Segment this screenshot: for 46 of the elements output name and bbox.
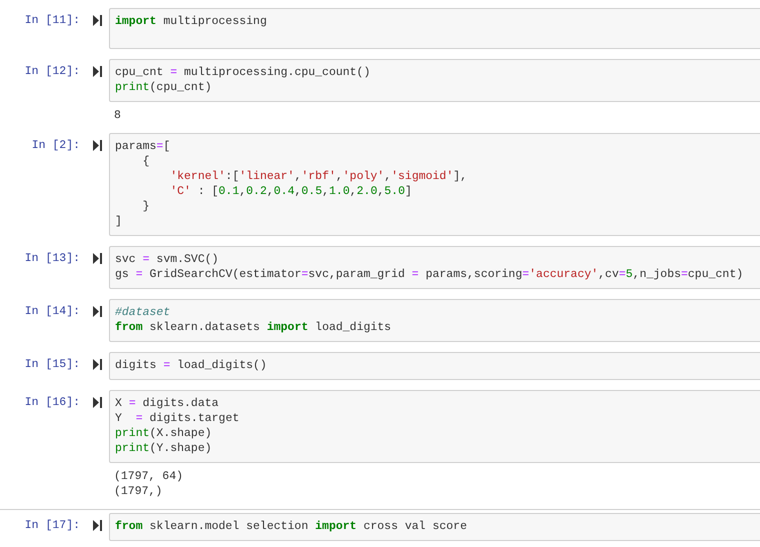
code-line: print(cpu_cnt) bbox=[115, 80, 213, 95]
run-cell-icon[interactable] bbox=[93, 15, 102, 26]
code-line: svc = svm.SVC() bbox=[115, 252, 220, 267]
code-line: 'kernel':['linear','rbf','poly','sigmoid'], bbox=[169, 169, 468, 184]
code-line: print(X.shape) bbox=[115, 426, 213, 441]
output-line: 8 bbox=[114, 108, 122, 123]
input-prompt: In [14]: bbox=[24, 304, 80, 319]
code-cell[interactable]: svc = svm.SVC() gs = GridSearchCV(estimator=svc,param_grid = params,scoring='accuracy',cv=5,n_jobs=cpu_cnt) bbox=[109, 246, 760, 289]
input-prompt: In [15]: bbox=[24, 357, 80, 372]
code-line: params=[ bbox=[115, 139, 172, 154]
input-prompt: In [17]: bbox=[24, 518, 80, 533]
code-cell[interactable]: #dataset from sklearn.datasets import load_digits bbox=[109, 299, 760, 342]
code-line: Y = digits.target bbox=[115, 411, 240, 426]
code-cell[interactable]: X = digits.data Y = digits.target print(X.shape) print(Y.shape) bbox=[109, 390, 760, 463]
code-line: cpu_cnt = multiprocessing.cpu_count() bbox=[115, 65, 372, 80]
code-line: from sklearn.model selection import cross val score bbox=[115, 519, 468, 534]
input-prompt: In [13]: bbox=[24, 251, 80, 266]
input-prompt: In [12]: bbox=[24, 64, 80, 79]
input-prompt: In [16]: bbox=[24, 395, 80, 410]
code-line: 'C' : [0.1,0.2,0.4,0.5,1.0,2.0,5.0] bbox=[169, 184, 413, 199]
code-cell[interactable]: from sklearn.model selection import cross val score bbox=[109, 513, 760, 541]
code-cell[interactable]: import multiprocessing bbox=[109, 8, 760, 49]
run-cell-icon[interactable] bbox=[93, 66, 102, 77]
run-cell-icon[interactable] bbox=[93, 397, 102, 408]
code-line: X = digits.data bbox=[115, 396, 220, 411]
code-line: digits = load_digits() bbox=[115, 358, 268, 373]
code-line: from sklearn.datasets import load_digits bbox=[115, 320, 392, 335]
run-cell-icon[interactable] bbox=[93, 140, 102, 151]
run-cell-icon[interactable] bbox=[93, 306, 102, 317]
input-prompt: In [2]: bbox=[30, 138, 80, 153]
run-cell-icon[interactable] bbox=[93, 520, 102, 531]
code-line: print(Y.shape) bbox=[115, 441, 213, 456]
code-line: #dataset bbox=[115, 305, 172, 320]
code-line: ] bbox=[115, 214, 123, 229]
code-line: { bbox=[142, 154, 151, 169]
code-line: import multiprocessing bbox=[115, 14, 268, 29]
run-cell-icon[interactable] bbox=[93, 359, 102, 370]
code-cell[interactable]: digits = load_digits() bbox=[109, 352, 760, 380]
output-line: (1797,) bbox=[114, 484, 164, 499]
code-cell[interactable]: cpu_cnt = multiprocessing.cpu_count() print(cpu_cnt) bbox=[109, 59, 760, 102]
input-prompt: In [11]: bbox=[24, 13, 80, 28]
run-cell-icon[interactable] bbox=[93, 253, 102, 264]
code-line: } bbox=[142, 199, 151, 214]
output-line: (1797, 64) bbox=[114, 469, 184, 484]
code-line: gs = GridSearchCV(estimator=svc,param_grid = params,scoring='accuracy',cv=5,n_jobs=cpu_cnt) bbox=[115, 267, 744, 282]
code-cell[interactable]: params=[ { 'kernel':['linear','rbf','poly','sigmoid'], 'C' : [0.1,0.2,0.4,0.5,1.0,2.0,5.0] } ] bbox=[109, 133, 760, 236]
